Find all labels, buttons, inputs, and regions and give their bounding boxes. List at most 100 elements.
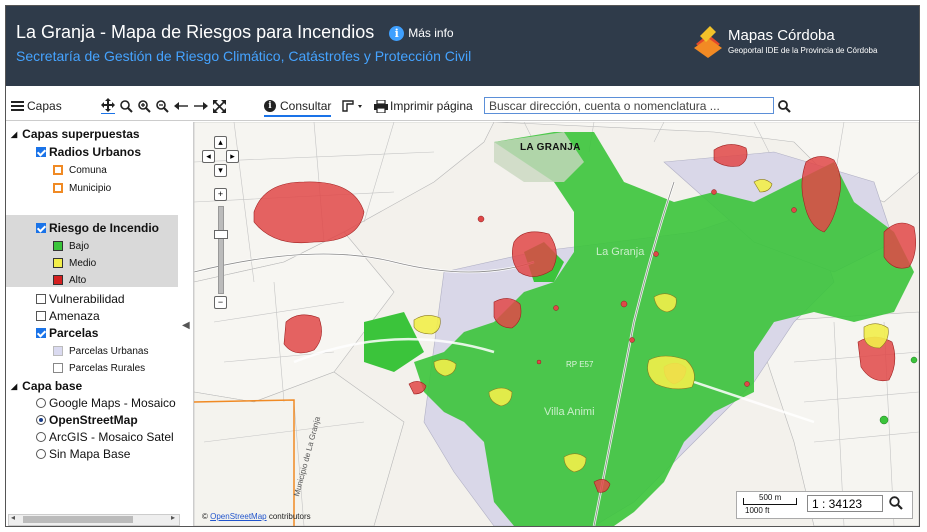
scroll-right-icon[interactable]: ▸ <box>171 513 175 522</box>
amenaza-label: Amenaza <box>49 309 100 323</box>
selection-shape-icon <box>342 100 362 112</box>
info-icon: i <box>389 25 405 41</box>
parcelas-label: Parcelas <box>49 326 99 340</box>
collapse-panel-handle[interactable]: ◀ <box>182 320 190 331</box>
print-button[interactable]: Imprimir página <box>374 97 473 115</box>
hamburger-icon <box>11 101 24 111</box>
scale-input[interactable]: 1 : 34123 <box>807 495 883 512</box>
legend-municipio: Municipio <box>53 180 111 196</box>
scale-search-icon[interactable] <box>889 496 903 510</box>
checkbox-vulnerabilidad[interactable] <box>36 294 46 304</box>
base-osm-label: OpenStreetMap <box>49 413 138 427</box>
zoom-in-button[interactable] <box>138 97 151 115</box>
layer-vulnerabilidad[interactable]: Vulnerabilidad <box>36 291 125 307</box>
layer-parcelas[interactable]: Parcelas <box>36 325 98 341</box>
place-villa-animi: Villa Animi <box>544 406 595 418</box>
road-rp-label: RP E57 <box>566 360 594 369</box>
pan-down-button[interactable]: ▾ <box>214 164 227 177</box>
layer-amenaza[interactable]: Amenaza <box>36 308 100 324</box>
search-icon <box>778 99 791 113</box>
zoom-slider-handle[interactable] <box>214 230 228 239</box>
checkbox-parcelas[interactable] <box>36 328 46 338</box>
title-line: La Granja - Mapa de Riesgos para Incendi… <box>16 22 454 43</box>
riesgo-label: Riesgo de Incendio <box>49 221 160 235</box>
legend-bajo: Bajo <box>53 238 89 254</box>
bajo-swatch <box>53 241 63 251</box>
attribution: © OpenStreetMap contributors <box>202 512 311 521</box>
collapse-icon: ◢ <box>11 381 18 391</box>
more-info-link[interactable]: i Más info <box>389 25 454 41</box>
radio-google[interactable] <box>36 398 46 408</box>
radio-none[interactable] <box>36 449 46 459</box>
layer-radios-urbanos[interactable]: Radios Urbanos <box>36 144 141 160</box>
parcelas-rurales-label: Parcelas Rurales <box>69 362 146 374</box>
base-none-label: Sin Mapa Base <box>49 447 131 461</box>
legend-medio: Medio <box>53 255 96 271</box>
search-button[interactable] <box>778 97 791 115</box>
zoom-in-icon <box>138 99 151 113</box>
selection-tool-dropdown[interactable] <box>342 97 364 115</box>
municipio-swatch <box>53 183 63 193</box>
zoom-slider-track[interactable] <box>218 206 224 294</box>
vulnerabilidad-label: Vulnerabilidad <box>49 292 125 306</box>
checkbox-radios-urbanos[interactable] <box>36 147 46 157</box>
forward-arrow-icon <box>194 102 208 110</box>
base-group-header[interactable]: ◢ Capa base <box>11 378 82 394</box>
horizontal-scrollbar[interactable]: ◂ ▸ <box>8 513 180 526</box>
pan-up-button[interactable]: ▴ <box>214 136 227 149</box>
search-input[interactable]: Buscar dirección, cuenta o nomenclatura … <box>484 97 774 114</box>
more-info-label: Más info <box>408 26 454 41</box>
base-arcgis-label: ArcGIS - Mosaico Satel <box>49 430 174 444</box>
medio-label: Medio <box>69 257 97 269</box>
brand-logo[interactable]: Mapas Córdoba Geoportal IDE de la Provin… <box>692 22 914 62</box>
place-la-granja: La Granja <box>596 246 645 258</box>
base-none[interactable]: Sin Mapa Base <box>36 446 130 462</box>
query-button[interactable]: i Consultar <box>264 97 332 117</box>
medio-swatch <box>53 258 63 268</box>
checkbox-riesgo[interactable] <box>36 223 46 233</box>
collapse-icon: ◢ <box>11 129 18 139</box>
scale-meters: 500 m <box>759 493 782 502</box>
base-osm[interactable]: OpenStreetMap <box>36 412 138 428</box>
brand-subtitle: Geoportal IDE de la Provincia de Córdoba <box>728 46 878 55</box>
pan-left-button[interactable]: ◂ <box>202 150 215 163</box>
zoom-tool[interactable] <box>120 97 133 115</box>
municipio-label: Municipio <box>69 182 112 194</box>
attribution-text: contributors <box>268 512 311 521</box>
pan-right-button[interactable]: ▸ <box>226 150 239 163</box>
layer-riesgo[interactable]: Riesgo de Incendio <box>36 220 159 236</box>
town-label: LA GRANJA <box>520 142 581 153</box>
checkbox-amenaza[interactable] <box>36 311 46 321</box>
full-extent-button[interactable] <box>213 97 226 115</box>
legend-alto: Alto <box>53 272 86 288</box>
legend-parcelas-urbanas: Parcelas Urbanas <box>53 343 148 359</box>
scrollbar-thumb[interactable] <box>23 516 133 523</box>
base-google-label: Google Maps - Mosaico <box>49 396 176 410</box>
comuna-label: Comuna <box>69 164 107 176</box>
query-label: Consultar <box>280 99 332 113</box>
parcelas-rurales-swatch <box>53 363 63 373</box>
zoom-out-control[interactable]: − <box>214 296 227 309</box>
layers-button[interactable]: Capas <box>11 97 62 115</box>
back-button[interactable] <box>174 97 189 115</box>
base-google[interactable]: Google Maps - Mosaico <box>36 395 176 411</box>
scroll-left-icon[interactable]: ◂ <box>11 513 15 522</box>
full-extent-icon <box>213 99 226 113</box>
layers-label: Capas <box>27 99 62 113</box>
alto-swatch <box>53 275 63 285</box>
osm-attribution-link[interactable]: OpenStreetMap <box>210 512 266 521</box>
radio-osm[interactable] <box>36 415 46 425</box>
radios-urbanos-label: Radios Urbanos <box>49 145 142 159</box>
scale-control: 500 m 1000 ft 1 : 34123 <box>736 491 913 519</box>
pan-tool[interactable] <box>101 97 115 115</box>
alto-label: Alto <box>69 274 87 286</box>
parcelas-urbanas-label: Parcelas Urbanas <box>69 345 149 357</box>
zoom-out-button[interactable] <box>156 97 169 115</box>
radio-arcgis[interactable] <box>36 432 46 442</box>
zoom-in-control[interactable]: + <box>214 188 227 201</box>
overlay-group-header[interactable]: ◢ Capas superpuestas <box>11 126 140 142</box>
zoom-icon <box>120 99 133 113</box>
forward-button[interactable] <box>193 97 208 115</box>
map-canvas[interactable]: LA GRANJA La Granja Villa Animi RP E57 M… <box>194 122 919 526</box>
base-arcgis[interactable]: ArcGIS - Mosaico Satel <box>36 429 174 445</box>
